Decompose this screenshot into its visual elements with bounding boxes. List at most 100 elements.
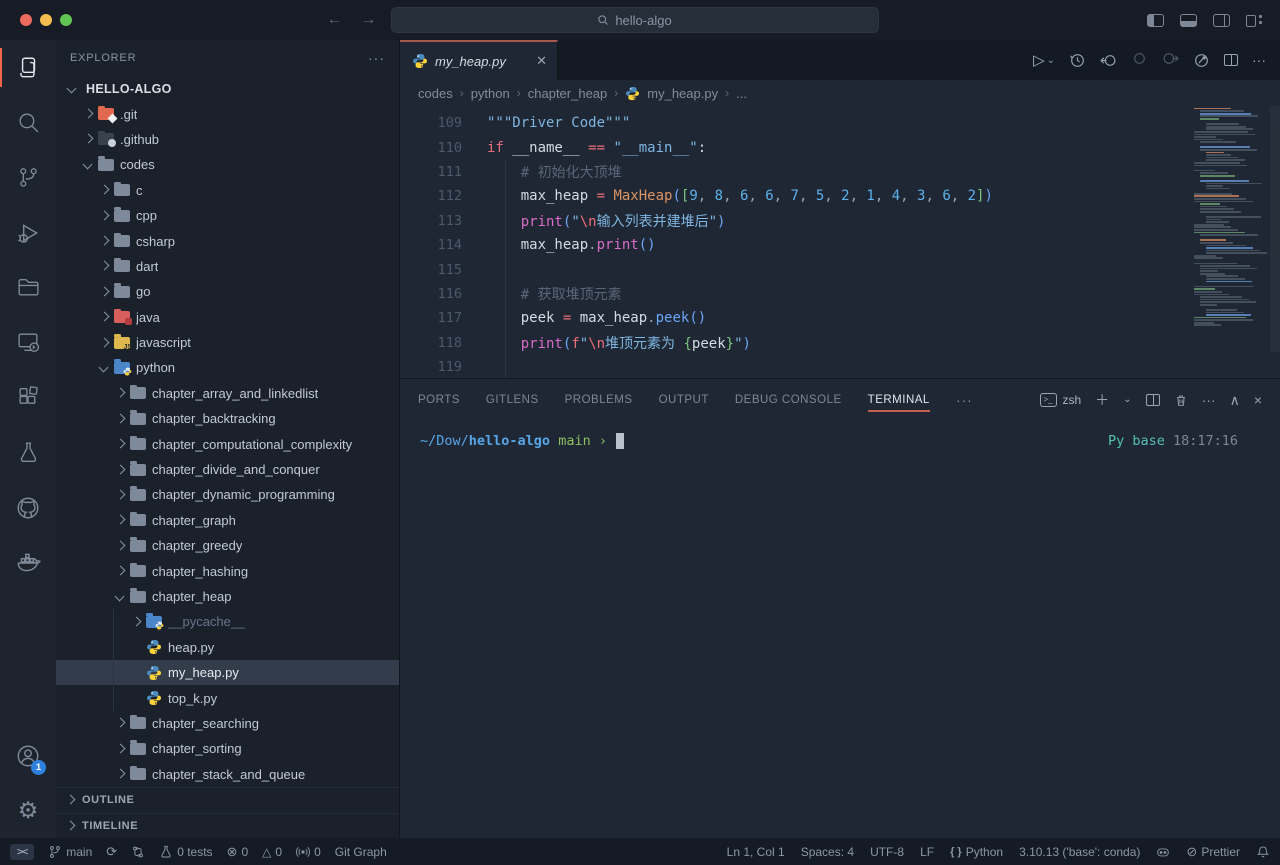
tree-item-chapter-stack-and-queue[interactable]: chapter_stack_and_queue xyxy=(56,762,399,787)
panel-tab-debug-console[interactable]: DEBUG CONSOLE xyxy=(735,379,842,421)
sidebar-section-outline[interactable]: OUTLINE xyxy=(56,787,399,813)
close-window-button[interactable] xyxy=(20,14,32,26)
statusbar-git-graph[interactable]: Git Graph xyxy=(335,845,387,859)
tree-item-cpp[interactable]: cpp xyxy=(56,203,399,228)
activity-testing-icon[interactable] xyxy=(0,425,56,480)
explorer-more-icon[interactable]: ··· xyxy=(368,50,385,66)
maximize-window-button[interactable] xyxy=(60,14,72,26)
panel-tabs-more-icon[interactable]: ··· xyxy=(956,392,973,408)
tree-item-chapter-sorting[interactable]: chapter_sorting xyxy=(56,736,399,761)
activity-docker-icon[interactable] xyxy=(0,535,56,590)
kill-terminal-icon[interactable] xyxy=(1174,393,1188,408)
statusbar-main[interactable]: main xyxy=(48,845,92,859)
statusbar-lf[interactable]: LF xyxy=(920,845,934,859)
terminal[interactable]: ~/Dow/hello-algo main › Py base 18:17:16 xyxy=(400,421,1280,838)
command-center-search[interactable]: hello-algo xyxy=(391,7,879,33)
code-editor[interactable]: 109"""Driver Code"""110if __name__ == "_… xyxy=(400,106,1280,378)
breadcrumb-item[interactable]: ... xyxy=(736,86,747,101)
tree-item-chapter-searching[interactable]: chapter_searching xyxy=(56,711,399,736)
split-editor-icon[interactable] xyxy=(1224,54,1238,66)
statusbar-0[interactable]: △0 xyxy=(262,845,282,859)
statusbar-copilot[interactable] xyxy=(1156,845,1170,859)
tree-item-python[interactable]: python xyxy=(56,355,399,380)
tree-item--pycache-[interactable]: __pycache__ xyxy=(56,609,399,634)
tree-item-chapter-computational-complexity[interactable]: chapter_computational_complexity xyxy=(56,431,399,456)
history-forward-icon[interactable]: → xyxy=(361,12,377,28)
breadcrumb-item[interactable]: python xyxy=(471,86,510,101)
activity-accounts-icon[interactable]: 1 xyxy=(0,728,56,783)
tree-item-csharp[interactable]: csharp xyxy=(56,228,399,253)
tree-item-chapter-graph[interactable]: chapter_graph xyxy=(56,508,399,533)
open-changes-next-icon[interactable] xyxy=(1162,50,1179,70)
close-panel-icon[interactable]: × xyxy=(1254,393,1262,407)
activity-source-control-icon[interactable] xyxy=(0,150,56,205)
toggle-secondary-sidebar-icon[interactable] xyxy=(1213,14,1230,27)
minimize-window-button[interactable] xyxy=(40,14,52,26)
panel-tab-terminal[interactable]: TERMINAL xyxy=(868,379,930,421)
tree-item-top-k-py[interactable]: top_k.py xyxy=(56,685,399,710)
editor-scrollbar[interactable] xyxy=(1270,106,1280,352)
statusbar-0[interactable]: ⊗0 xyxy=(227,845,249,859)
tree-item-c[interactable]: c xyxy=(56,178,399,203)
tab-my-heap[interactable]: my_heap.py ✕ xyxy=(400,40,558,80)
activity-run-debug-icon[interactable] xyxy=(0,205,56,260)
tree-item-chapter-backtracking[interactable]: chapter_backtracking xyxy=(56,406,399,431)
tree-item-java[interactable]: java xyxy=(56,305,399,330)
history-back-icon[interactable]: ← xyxy=(327,12,343,28)
tree-item-chapter-dynamic-programming[interactable]: chapter_dynamic_programming xyxy=(56,482,399,507)
toggle-sidebar-icon[interactable] xyxy=(1147,14,1164,27)
activity-settings-icon[interactable]: ⚙ xyxy=(0,783,56,838)
panel-tab-problems[interactable]: PROBLEMS xyxy=(565,379,633,421)
statusbar-compare[interactable] xyxy=(131,845,145,859)
statusbar-ln-1-col-1[interactable]: Ln 1, Col 1 xyxy=(727,845,785,859)
tree-root-hello-algo[interactable]: HELLO-ALGO xyxy=(56,76,399,101)
tree-item-codes[interactable]: codes xyxy=(56,152,399,177)
timeline-icon[interactable] xyxy=(1069,52,1086,69)
tree-item-chapter-divide-and-conquer[interactable]: chapter_divide_and_conquer xyxy=(56,457,399,482)
statusbar-spaces-4[interactable]: Spaces: 4 xyxy=(801,845,854,859)
activity-search-icon[interactable] xyxy=(0,95,56,150)
run-button[interactable]: ▷⌄ xyxy=(1033,51,1055,69)
statusbar-prettier[interactable]: ⊘Prettier xyxy=(1186,845,1240,859)
commit-graph-icon[interactable] xyxy=(1193,52,1210,69)
statusbar-remote[interactable]: >< xyxy=(10,844,34,860)
tree-item--github[interactable]: .github xyxy=(56,127,399,152)
split-terminal-icon[interactable] xyxy=(1146,394,1160,406)
breadcrumb-item[interactable]: chapter_heap xyxy=(528,86,608,101)
statusbar-python[interactable]: { }Python xyxy=(950,845,1003,859)
panel-tab-gitlens[interactable]: GITLENS xyxy=(486,379,539,421)
new-terminal-icon[interactable]: ＋ xyxy=(1095,393,1109,407)
tree-item-chapter-greedy[interactable]: chapter_greedy xyxy=(56,533,399,558)
statusbar-0-tests[interactable]: 0 tests xyxy=(159,845,212,859)
tree-item-chapter-heap[interactable]: chapter_heap xyxy=(56,584,399,609)
breadcrumb-item[interactable]: my_heap.py xyxy=(647,86,718,101)
panel-tab-ports[interactable]: PORTS xyxy=(418,379,460,421)
breadcrumb-item[interactable]: codes xyxy=(418,86,453,101)
tree-item--git[interactable]: .git xyxy=(56,101,399,126)
tree-item-chapter-array-and-linkedlist[interactable]: chapter_array_and_linkedlist xyxy=(56,381,399,406)
minimap[interactable] xyxy=(1194,106,1268,346)
open-changes-prev-icon[interactable] xyxy=(1100,52,1117,69)
statusbar-bell[interactable] xyxy=(1256,845,1270,859)
terminal-profile[interactable]: >_zsh xyxy=(1040,393,1081,407)
activity-extensions-icon[interactable] xyxy=(0,370,56,425)
customize-layout-icon[interactable] xyxy=(1246,13,1264,27)
panel-more-icon[interactable]: ··· xyxy=(1202,393,1216,407)
tree-item-dart[interactable]: dart xyxy=(56,254,399,279)
editor-more-icon[interactable]: ··· xyxy=(1252,53,1266,67)
activity-explorer-icon[interactable] xyxy=(0,40,56,95)
statusbar-sync[interactable]: ⟳ xyxy=(106,845,117,858)
activity-github-icon[interactable] xyxy=(0,480,56,535)
panel-tab-output[interactable]: OUTPUT xyxy=(659,379,709,421)
tree-item-heap-py[interactable]: heap.py xyxy=(56,635,399,660)
statusbar-3-10-13-base-conda-[interactable]: 3.10.13 ('base': conda) xyxy=(1019,845,1140,859)
sidebar-section-timeline[interactable]: TIMELINE xyxy=(56,813,399,839)
tree-item-my-heap-py[interactable]: my_heap.py xyxy=(56,660,399,685)
tree-item-chapter-hashing[interactable]: chapter_hashing xyxy=(56,558,399,583)
terminal-dropdown-icon[interactable]: ⌄ xyxy=(1123,395,1131,405)
tree-item-javascript[interactable]: JSjavascript xyxy=(56,330,399,355)
activity-project-manager-icon[interactable] xyxy=(0,260,56,315)
activity-remote-explorer-icon[interactable] xyxy=(0,315,56,370)
circle-dim-icon[interactable] xyxy=(1131,50,1148,70)
tab-close-icon[interactable]: ✕ xyxy=(536,53,547,69)
